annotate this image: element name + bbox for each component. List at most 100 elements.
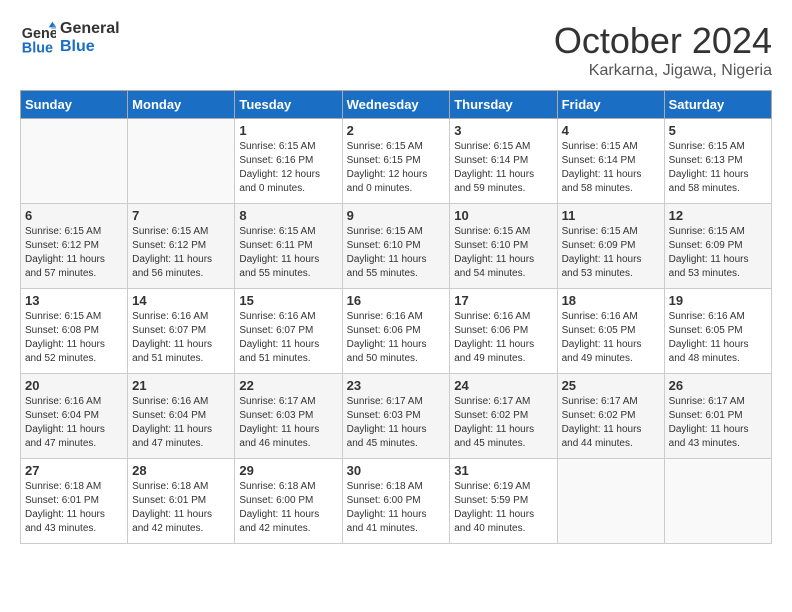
- header-saturday: Saturday: [664, 91, 771, 119]
- day-info: Sunrise: 6:17 AM Sunset: 6:03 PM Dayligh…: [239, 395, 337, 451]
- calendar-cell: 25Sunrise: 6:17 AM Sunset: 6:02 PM Dayli…: [557, 374, 664, 459]
- day-number: 17: [454, 293, 552, 308]
- calendar-cell: 11 Sunrise: 6:15 AM Sunset: 6:09 PM Dayli…: [557, 204, 664, 289]
- calendar-cell: 3 Sunrise: 6:15 AM Sunset: 6:14 PM Daylig…: [450, 119, 557, 204]
- day-info: Sunrise: 6:16 AM Sunset: 6:06 PM Dayligh…: [454, 310, 552, 366]
- title-area: October 2024 Karkarna, Jigawa, Nigeria: [554, 20, 772, 80]
- day-number: 14: [132, 293, 230, 308]
- calendar-table: SundayMondayTuesdayWednesdayThursdayFrid…: [20, 90, 772, 544]
- calendar-cell: 13 Sunrise: 6:15 AM Sunset: 6:08 PM Dayli…: [21, 289, 128, 374]
- header-thursday: Thursday: [450, 91, 557, 119]
- calendar-cell: 24 Sunrise: 6:17 AM Sunset: 6:02 PM Dayli…: [450, 374, 557, 459]
- day-info: Sunrise: 6:15 AM Sunset: 6:11 PM Dayligh…: [239, 225, 337, 281]
- day-number: 20: [25, 378, 123, 393]
- logo-line2: Blue: [60, 38, 120, 56]
- calendar-cell: 2 Sunrise: 6:15 AM Sunset: 6:15 PM Daylig…: [342, 119, 450, 204]
- day-info: Sunrise: 6:19 AM Sunset: 5:59 PM Dayligh…: [454, 480, 552, 536]
- calendar-cell: 26Sunrise: 6:17 AM Sunset: 6:01 PM Dayli…: [664, 374, 771, 459]
- day-number: 7: [132, 208, 230, 223]
- calendar-cell: 20 Sunrise: 6:16 AM Sunset: 6:04 PM Dayli…: [21, 374, 128, 459]
- day-number: 8: [239, 208, 337, 223]
- calendar-week-row: 1 Sunrise: 6:15 AM Sunset: 6:16 PM Daylig…: [21, 119, 772, 204]
- day-number: 19: [669, 293, 767, 308]
- day-number: 23: [347, 378, 446, 393]
- calendar-cell: 17 Sunrise: 6:16 AM Sunset: 6:06 PM Dayli…: [450, 289, 557, 374]
- day-number: 22: [239, 378, 337, 393]
- day-info: Sunrise: 6:15 AM Sunset: 6:14 PM Dayligh…: [454, 140, 552, 196]
- day-info: Sunrise: 6:18 AM Sunset: 6:01 PM Dayligh…: [25, 480, 123, 536]
- day-info: Sunrise: 6:15 AM Sunset: 6:10 PM Dayligh…: [454, 225, 552, 281]
- day-info: Sunrise: 6:15 AM Sunset: 6:12 PM Dayligh…: [132, 225, 230, 281]
- day-info: Sunrise: 6:16 AM Sunset: 6:04 PM Dayligh…: [132, 395, 230, 451]
- calendar-cell: [128, 119, 235, 204]
- day-info: Sunrise: 6:16 AM Sunset: 6:07 PM Dayligh…: [132, 310, 230, 366]
- calendar-cell: 22 Sunrise: 6:17 AM Sunset: 6:03 PM Dayli…: [235, 374, 342, 459]
- day-info: Sunrise: 6:18 AM Sunset: 6:00 PM Dayligh…: [347, 480, 446, 536]
- day-info: Sunrise: 6:15 AM Sunset: 6:09 PM Dayligh…: [669, 225, 767, 281]
- day-number: 29: [239, 463, 337, 478]
- day-number: 18: [562, 293, 660, 308]
- calendar-cell: 12 Sunrise: 6:15 AM Sunset: 6:09 PM Dayli…: [664, 204, 771, 289]
- calendar-cell: 28 Sunrise: 6:18 AM Sunset: 6:01 PM Dayli…: [128, 459, 235, 544]
- calendar-cell: 23Sunrise: 6:17 AM Sunset: 6:03 PM Dayli…: [342, 374, 450, 459]
- month-title: October 2024: [554, 20, 772, 62]
- calendar-week-row: 6 Sunrise: 6:15 AM Sunset: 6:12 PM Daylig…: [21, 204, 772, 289]
- day-number: 3: [454, 123, 552, 138]
- calendar-cell: 16Sunrise: 6:16 AM Sunset: 6:06 PM Dayli…: [342, 289, 450, 374]
- calendar-week-row: 13 Sunrise: 6:15 AM Sunset: 6:08 PM Dayli…: [21, 289, 772, 374]
- day-info: Sunrise: 6:15 AM Sunset: 6:15 PM Dayligh…: [347, 140, 446, 196]
- calendar-cell: 4 Sunrise: 6:15 AM Sunset: 6:14 PM Daylig…: [557, 119, 664, 204]
- day-number: 4: [562, 123, 660, 138]
- calendar-cell: 5Sunrise: 6:15 AM Sunset: 6:13 PM Daylig…: [664, 119, 771, 204]
- day-number: 12: [669, 208, 767, 223]
- calendar-cell: 19 Sunrise: 6:16 AM Sunset: 6:05 PM Dayli…: [664, 289, 771, 374]
- day-info: Sunrise: 6:16 AM Sunset: 6:06 PM Dayligh…: [347, 310, 446, 366]
- day-number: 11: [562, 208, 660, 223]
- day-number: 6: [25, 208, 123, 223]
- logo-icon: General Blue: [20, 20, 56, 56]
- calendar-cell: [21, 119, 128, 204]
- page-header: General Blue General Blue October 2024 K…: [20, 20, 772, 80]
- day-number: 9: [347, 208, 446, 223]
- day-info: Sunrise: 6:15 AM Sunset: 6:10 PM Dayligh…: [347, 225, 446, 281]
- day-number: 28: [132, 463, 230, 478]
- day-info: Sunrise: 6:15 AM Sunset: 6:14 PM Dayligh…: [562, 140, 660, 196]
- calendar-cell: 8 Sunrise: 6:15 AM Sunset: 6:11 PM Daylig…: [235, 204, 342, 289]
- day-number: 21: [132, 378, 230, 393]
- calendar-cell: 21 Sunrise: 6:16 AM Sunset: 6:04 PM Dayli…: [128, 374, 235, 459]
- svg-text:Blue: Blue: [22, 40, 53, 56]
- day-number: 13: [25, 293, 123, 308]
- calendar-cell: 18 Sunrise: 6:16 AM Sunset: 6:05 PM Dayli…: [557, 289, 664, 374]
- day-number: 27: [25, 463, 123, 478]
- calendar-week-row: 27 Sunrise: 6:18 AM Sunset: 6:01 PM Dayli…: [21, 459, 772, 544]
- calendar-cell: 6 Sunrise: 6:15 AM Sunset: 6:12 PM Daylig…: [21, 204, 128, 289]
- logo: General Blue General Blue: [20, 20, 120, 56]
- day-number: 2: [347, 123, 446, 138]
- day-info: Sunrise: 6:16 AM Sunset: 6:05 PM Dayligh…: [562, 310, 660, 366]
- day-info: Sunrise: 6:16 AM Sunset: 6:04 PM Dayligh…: [25, 395, 123, 451]
- header-tuesday: Tuesday: [235, 91, 342, 119]
- calendar-cell: 10Sunrise: 6:15 AM Sunset: 6:10 PM Dayli…: [450, 204, 557, 289]
- day-info: Sunrise: 6:16 AM Sunset: 6:05 PM Dayligh…: [669, 310, 767, 366]
- calendar-cell: 9 Sunrise: 6:15 AM Sunset: 6:10 PM Daylig…: [342, 204, 450, 289]
- day-info: Sunrise: 6:18 AM Sunset: 6:01 PM Dayligh…: [132, 480, 230, 536]
- header-friday: Friday: [557, 91, 664, 119]
- day-info: Sunrise: 6:15 AM Sunset: 6:08 PM Dayligh…: [25, 310, 123, 366]
- day-info: Sunrise: 6:15 AM Sunset: 6:16 PM Dayligh…: [239, 140, 337, 196]
- header-wednesday: Wednesday: [342, 91, 450, 119]
- day-number: 26: [669, 378, 767, 393]
- day-number: 30: [347, 463, 446, 478]
- calendar-cell: [664, 459, 771, 544]
- day-number: 5: [669, 123, 767, 138]
- day-info: Sunrise: 6:18 AM Sunset: 6:00 PM Dayligh…: [239, 480, 337, 536]
- header-sunday: Sunday: [21, 91, 128, 119]
- day-info: Sunrise: 6:15 AM Sunset: 6:12 PM Dayligh…: [25, 225, 123, 281]
- calendar-header-row: SundayMondayTuesdayWednesdayThursdayFrid…: [21, 91, 772, 119]
- day-info: Sunrise: 6:15 AM Sunset: 6:09 PM Dayligh…: [562, 225, 660, 281]
- calendar-cell: 1 Sunrise: 6:15 AM Sunset: 6:16 PM Daylig…: [235, 119, 342, 204]
- day-number: 1: [239, 123, 337, 138]
- calendar-cell: 29 Sunrise: 6:18 AM Sunset: 6:00 PM Dayli…: [235, 459, 342, 544]
- calendar-cell: 30 Sunrise: 6:18 AM Sunset: 6:00 PM Dayli…: [342, 459, 450, 544]
- day-info: Sunrise: 6:17 AM Sunset: 6:02 PM Dayligh…: [454, 395, 552, 451]
- day-number: 24: [454, 378, 552, 393]
